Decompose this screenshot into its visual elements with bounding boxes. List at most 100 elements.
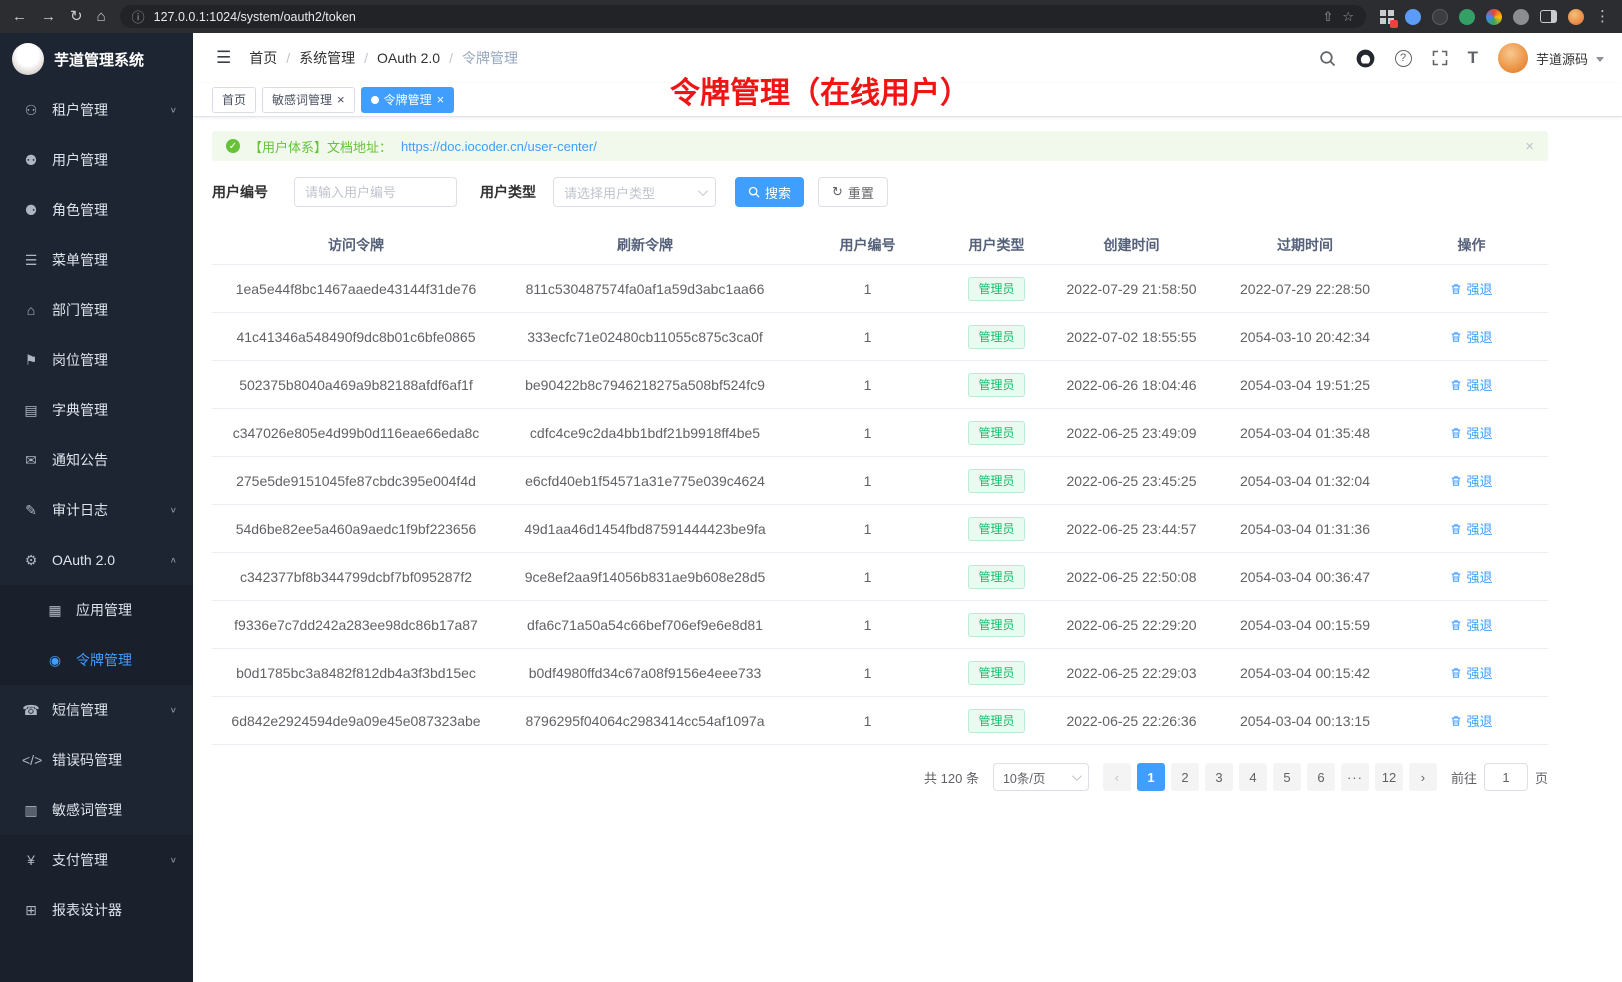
page-button[interactable]: 4 — [1239, 763, 1267, 791]
reset-button[interactable]: ↻ 重置 — [818, 177, 888, 207]
force-logout-button[interactable]: 强退 — [1450, 375, 1492, 394]
user-type-cell: 管理员 — [945, 661, 1048, 685]
sidebar-panel-icon[interactable] — [1540, 10, 1557, 23]
user-type-badge: 管理员 — [968, 661, 1024, 685]
sidebar-item[interactable]: ☎ 短信管理 ∨ — [0, 685, 193, 735]
expire-time-cell: 2054-03-04 00:36:47 — [1215, 569, 1395, 585]
tab-close-icon[interactable]: × — [337, 93, 345, 106]
sidebar-item[interactable]: ✎ 审计日志 ∨ — [0, 485, 193, 535]
search-submit-button[interactable]: 搜索 — [735, 177, 804, 207]
extension-gray-icon[interactable] — [1513, 9, 1529, 25]
sidebar-item[interactable]: ⚑ 岗位管理 — [0, 335, 193, 385]
sidebar-item[interactable]: ▤ 字典管理 — [0, 385, 193, 435]
browser-extensions: ⋮ — [1380, 9, 1610, 25]
app-logo[interactable]: 芋道管理系统 — [0, 33, 193, 85]
sidebar-item[interactable]: </> 错误码管理 — [0, 735, 193, 785]
github-button[interactable] — [1356, 49, 1375, 68]
sidebar-item[interactable]: ▦ 应用管理 — [0, 585, 193, 635]
sidebar-item[interactable]: ⚇ 租户管理 ∨ — [0, 85, 193, 135]
report-designer-icon: ⊞ — [22, 902, 40, 919]
page-button[interactable]: 12 — [1375, 763, 1403, 791]
page-button[interactable]: 2 — [1171, 763, 1199, 791]
page-size-select[interactable]: 10条/页 — [993, 763, 1089, 791]
extensions-puzzle-icon[interactable] — [1486, 9, 1502, 25]
page-button[interactable]: ··· — [1341, 763, 1369, 791]
font-size-button[interactable]: T — [1468, 48, 1478, 68]
table-row: 1ea5e44f8bc1467aaede43144f31de76 811c530… — [212, 265, 1548, 313]
success-check-icon: ✓ — [226, 139, 240, 153]
force-logout-button[interactable]: 强退 — [1450, 663, 1492, 682]
alert-close-icon[interactable]: × — [1525, 138, 1534, 155]
user-id-input[interactable] — [294, 177, 457, 207]
page-button[interactable]: 1 — [1137, 763, 1165, 791]
help-button[interactable]: ? — [1395, 50, 1412, 67]
sidebar-item[interactable]: ✉ 通知公告 — [0, 435, 193, 485]
sidebar-item[interactable]: ☰ 菜单管理 — [0, 235, 193, 285]
extension-green-icon[interactable] — [1459, 9, 1475, 25]
sidebar-item[interactable]: ⚙ OAuth 2.0 ∧ — [0, 535, 193, 585]
tab[interactable]: 令牌管理 × — [361, 87, 455, 113]
page-button[interactable]: 6 — [1307, 763, 1335, 791]
access-token-cell: c347026e805e4d99b0d116eae66eda8c — [212, 425, 500, 441]
user-id-cell: 1 — [790, 473, 945, 489]
sidebar-item[interactable]: ⚈ 角色管理 — [0, 185, 193, 235]
browser-profile-avatar[interactable] — [1568, 9, 1584, 25]
tab[interactable]: 敏感词管理 × — [262, 87, 355, 113]
sidebar-item[interactable]: ¥ 支付管理 ∨ — [0, 835, 193, 885]
breadcrumb-item[interactable]: 令牌管理 — [462, 48, 518, 68]
force-logout-button[interactable]: 强退 — [1450, 567, 1492, 586]
next-page-button[interactable]: › — [1409, 763, 1437, 791]
sidebar-item[interactable]: ⌂ 部门管理 — [0, 285, 193, 335]
site-info-icon[interactable]: ⓘ — [132, 7, 145, 26]
share-icon[interactable]: ⇧ — [1322, 9, 1333, 25]
tab[interactable]: 首页 — [212, 87, 256, 113]
create-time-cell: 2022-07-02 18:55:55 — [1048, 329, 1215, 345]
force-logout-button[interactable]: 强退 — [1450, 519, 1492, 538]
breadcrumb-item[interactable]: 首页 / — [249, 48, 290, 68]
sidebar-toggle-icon[interactable]: ☰ — [216, 48, 231, 68]
error-code-icon: </> — [22, 752, 40, 768]
sidebar-item[interactable]: ◉ 令牌管理 — [0, 635, 193, 685]
column-header: 创建时间 — [1048, 235, 1215, 255]
force-logout-button[interactable]: 强退 — [1450, 279, 1492, 298]
browser-menu-icon[interactable]: ⋮ — [1595, 9, 1610, 24]
force-logout-button[interactable]: 强退 — [1450, 327, 1492, 346]
doc-link[interactable]: https://doc.iocoder.cn/user-center/ — [401, 139, 597, 154]
browser-forward-icon[interactable]: → — [41, 9, 56, 24]
sidebar-item[interactable]: ⊞ 报表设计器 — [0, 885, 193, 935]
page-button[interactable]: 3 — [1205, 763, 1233, 791]
expire-time-cell: 2054-03-10 20:42:34 — [1215, 329, 1395, 345]
breadcrumb-item[interactable]: OAuth 2.0 / — [377, 50, 453, 66]
goto-label: 前往 — [1451, 768, 1477, 787]
force-logout-label: 强退 — [1466, 327, 1492, 346]
extension-blue-icon[interactable] — [1405, 9, 1421, 25]
user-type-select[interactable]: 请选择用户类型 — [553, 177, 716, 207]
address-bar[interactable]: ⓘ 127.0.0.1:1024/system/oauth2/token ⇧ ☆ — [120, 5, 1366, 28]
breadcrumb-label: 令牌管理 — [462, 48, 518, 68]
browser-reload-icon[interactable]: ↻ — [70, 9, 83, 24]
browser-back-icon[interactable]: ← — [12, 9, 27, 24]
search-button[interactable] — [1319, 50, 1336, 67]
breadcrumb-item[interactable]: 系统管理 / — [299, 48, 368, 68]
browser-home-icon[interactable]: ⌂ — [97, 9, 106, 24]
bookmark-star-icon[interactable]: ☆ — [1342, 9, 1354, 25]
delete-icon — [1450, 475, 1462, 487]
force-logout-button[interactable]: 强退 — [1450, 711, 1492, 730]
force-logout-label: 强退 — [1466, 615, 1492, 634]
sidebar-item[interactable]: ⚉ 用户管理 — [0, 135, 193, 185]
fullscreen-button[interactable] — [1432, 50, 1448, 66]
extension-grid-icon[interactable] — [1380, 10, 1394, 24]
extension-dark-icon[interactable] — [1432, 9, 1448, 25]
prev-page-button[interactable]: ‹ — [1103, 763, 1131, 791]
sidebar-item-label: 应用管理 — [76, 600, 177, 620]
tab-close-icon[interactable]: × — [437, 93, 445, 106]
goto-page-input[interactable] — [1484, 763, 1528, 791]
user-menu[interactable]: 芋道源码 — [1498, 43, 1604, 73]
sidebar-item[interactable]: ▥ 敏感词管理 — [0, 785, 193, 835]
page-button[interactable]: 5 — [1273, 763, 1301, 791]
force-logout-button[interactable]: 强退 — [1450, 423, 1492, 442]
force-logout-button[interactable]: 强退 — [1450, 471, 1492, 490]
force-logout-button[interactable]: 强退 — [1450, 615, 1492, 634]
user-id-cell: 1 — [790, 665, 945, 681]
search-form: 用户编号 用户类型 请选择用户类型 搜索 ↻ 重置 — [212, 177, 1548, 207]
